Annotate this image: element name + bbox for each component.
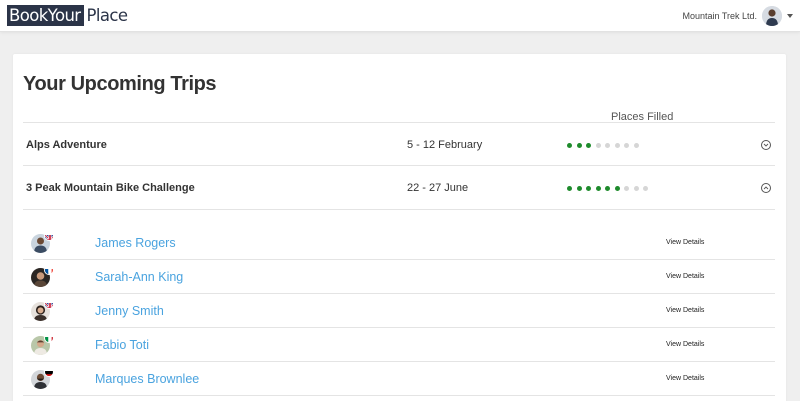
- view-details-link[interactable]: View Details: [666, 294, 704, 328]
- participant-name-link[interactable]: Fabio Toti: [95, 328, 149, 362]
- view-details-link[interactable]: View Details: [666, 226, 704, 260]
- place-filled-dot: [567, 185, 572, 191]
- view-details-link[interactable]: View Details: [666, 328, 704, 362]
- france-flag-icon: [44, 265, 54, 275]
- collapse-toggle-icon[interactable]: [761, 183, 771, 193]
- account-menu[interactable]: Mountain Trek Ltd.: [682, 5, 793, 27]
- chevron-down-icon[interactable]: [787, 14, 793, 18]
- trip-dates: 22 - 27 June: [407, 182, 469, 194]
- participant-row: Marques Brownlee View Details: [23, 362, 775, 396]
- user-avatar[interactable]: [762, 6, 782, 26]
- place-filled-dot: [576, 142, 582, 148]
- participant-name-link[interactable]: Jenny Smith: [95, 294, 164, 328]
- place-filled-dot: [605, 185, 610, 191]
- uk-flag-icon: [44, 231, 54, 241]
- place-filled-dot: [595, 185, 601, 191]
- place-empty-dot: [595, 142, 601, 148]
- place-empty-dot: [643, 185, 648, 191]
- trips-card: Your Upcoming Trips Places Filled Alps A…: [13, 54, 786, 401]
- germany-flag-icon: [44, 367, 54, 377]
- place-empty-dot: [633, 142, 639, 148]
- participant-row: Jenny Smith View Details: [23, 294, 775, 328]
- uk-flag-icon: [44, 299, 54, 309]
- place-filled-dot: [586, 185, 591, 191]
- page-title: Your Upcoming Trips: [23, 73, 217, 95]
- trip-dates: 5 - 12 February: [407, 139, 483, 151]
- participant-name-link[interactable]: Sarah-Ann King: [95, 260, 183, 294]
- place-filled-dot: [586, 142, 591, 148]
- place-filled-dot: [567, 142, 572, 148]
- trip-name: Alps Adventure: [26, 139, 107, 151]
- trip-row[interactable]: Alps Adventure 5 - 12 February: [23, 122, 775, 166]
- top-bar: BookYour Place Mountain Trek Ltd.: [0, 0, 800, 32]
- participant-row: Fabio Toti View Details: [23, 328, 775, 362]
- place-empty-dot: [605, 142, 610, 148]
- place-empty-dot: [614, 142, 620, 148]
- place-empty-dot: [624, 142, 629, 148]
- logo[interactable]: BookYour Place: [7, 5, 128, 26]
- places-filled-indicator: [567, 123, 643, 167]
- place-filled-dot: [576, 185, 582, 191]
- participant-row: Sarah-Ann King View Details: [23, 260, 775, 294]
- places-filled-indicator: [567, 166, 653, 210]
- place-filled-dot: [614, 185, 620, 191]
- place-empty-dot: [633, 185, 639, 191]
- company-name: Mountain Trek Ltd.: [682, 11, 757, 21]
- view-details-link[interactable]: View Details: [666, 362, 704, 396]
- expand-toggle-icon[interactable]: [761, 140, 771, 150]
- participant-row: James Rogers View Details: [23, 226, 775, 260]
- place-empty-dot: [624, 185, 629, 191]
- participant-name-link[interactable]: Marques Brownlee: [95, 362, 199, 396]
- trip-name: 3 Peak Mountain Bike Challenge: [26, 182, 195, 194]
- view-details-link[interactable]: View Details: [666, 260, 704, 294]
- logo-rest-text: Place: [86, 6, 128, 25]
- italy-flag-icon: [44, 333, 54, 343]
- logo-box-text: BookYour: [7, 5, 84, 26]
- participant-name-link[interactable]: James Rogers: [95, 226, 176, 260]
- trip-row[interactable]: 3 Peak Mountain Bike Challenge 22 - 27 J…: [23, 166, 775, 210]
